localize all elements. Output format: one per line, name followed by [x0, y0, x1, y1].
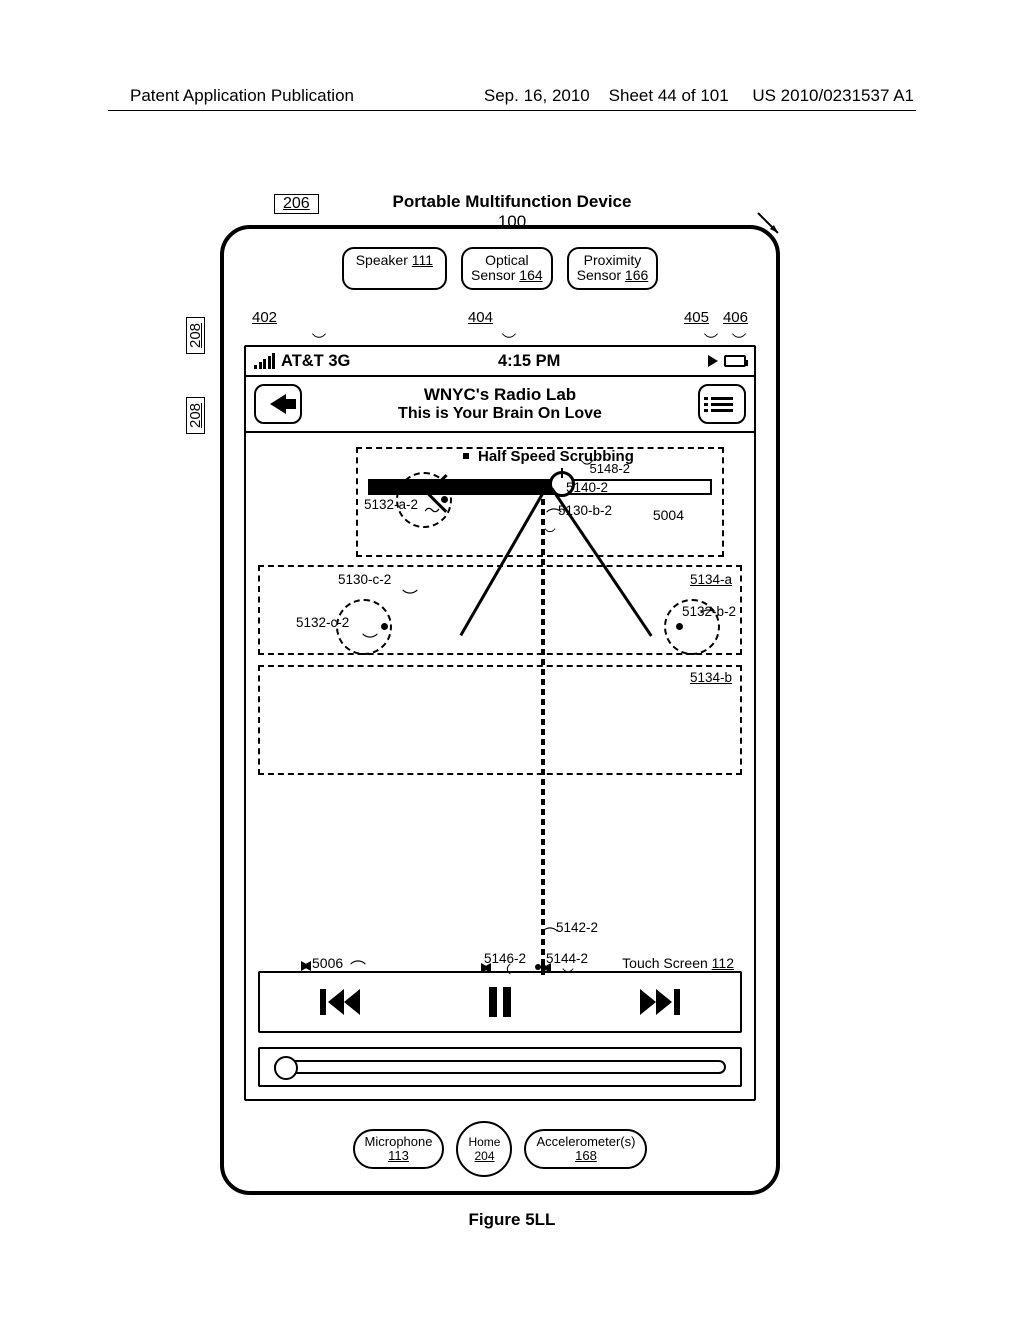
mic-text: Microphone	[365, 1135, 433, 1149]
speaker-num: 111	[412, 252, 433, 268]
ref-406: 406	[723, 309, 748, 326]
rewind-icon	[320, 989, 360, 1015]
volume-slider[interactable]	[274, 1060, 726, 1074]
header-right: Sep. 16, 2010 Sheet 44 of 101 US 2010/02…	[484, 86, 914, 106]
header-sheet: Sheet 44 of 101	[609, 86, 729, 105]
volume-row	[258, 1047, 742, 1087]
touch-screen[interactable]: AT&T 3G 4:15 PM WNYC's Radio Lab This is…	[244, 345, 756, 1101]
prox-l2: Sensor	[577, 267, 621, 283]
header-date: Sep. 16, 2010	[484, 86, 590, 105]
status-bar: AT&T 3G 4:15 PM	[246, 347, 754, 377]
pause-button[interactable]	[478, 985, 522, 1019]
accel-num: 168	[536, 1149, 635, 1163]
mic-num: 113	[365, 1149, 433, 1163]
battery-icon	[724, 355, 746, 367]
optical-l1: Optical	[485, 252, 529, 268]
vertical-motion-line	[541, 479, 545, 979]
pause-icon	[489, 987, 511, 1017]
volume-knob[interactable]	[274, 1056, 298, 1080]
ref-405: 405	[684, 309, 709, 326]
ref-5130-c-2: 5130-c-2	[338, 572, 391, 587]
optical-num: 164	[519, 267, 542, 283]
figure-caption: Figure 5LL	[0, 1210, 1024, 1230]
ref-5140-2: 5140-2	[566, 480, 608, 495]
hardware-row: Microphone 113 Home 204 Accelerometer(s)…	[224, 1121, 776, 1177]
arrow-left-icon	[270, 394, 286, 414]
ref-5006: 5006	[312, 955, 343, 971]
home-button[interactable]: Home 204	[456, 1121, 512, 1177]
touch-screen-label: Touch Screen 112	[622, 955, 734, 971]
transport-controls	[258, 971, 742, 1033]
play-indicator-icon	[708, 355, 718, 367]
home-num: 204	[474, 1150, 494, 1162]
ref-208-a: 208	[186, 317, 205, 354]
tilde-icon-2: ⌒	[546, 503, 562, 527]
now-playing-title: WNYC's Radio Lab	[308, 385, 692, 405]
ref-row-top: 402 404 405 406	[224, 309, 776, 326]
tilde-icon: 〜	[424, 497, 440, 521]
accelerometer-label: Accelerometer(s) 168	[524, 1129, 647, 1170]
microphone-label: Microphone 113	[353, 1129, 445, 1170]
ref-402: 402	[252, 309, 277, 326]
ref-5142-2: 5142-2	[556, 920, 598, 935]
list-icon	[711, 397, 733, 412]
hook-row	[224, 329, 776, 343]
ref-5132-c-2: 5132-c-2	[296, 615, 349, 630]
ref-5134-a: 5134-a	[690, 572, 732, 587]
ref-206: 206	[274, 194, 319, 214]
ref-404: 404	[468, 309, 493, 326]
proximity-sensor-label: Proximity Sensor 166	[567, 247, 659, 290]
carrier-label: AT&T 3G	[281, 352, 350, 371]
ref-5132-a-2: 5132-a-2	[364, 497, 418, 512]
device-title: Portable Multifunction Device	[0, 192, 1024, 212]
rewind-button[interactable]	[318, 985, 362, 1019]
signal-bars-icon	[254, 353, 275, 369]
ref-5134-b: 5134-b	[690, 670, 732, 685]
header-left: Patent Application Publication	[130, 86, 354, 106]
tilde-icon-5: ⌒	[700, 604, 716, 628]
scrub-tick-icon	[463, 453, 469, 459]
ts-num: 112	[712, 955, 734, 971]
content-area[interactable]: Half Speed Scrubbing 5148-2 51	[246, 437, 754, 1099]
prox-num: 166	[625, 267, 648, 283]
header-docnum: US 2010/0231537 A1	[752, 86, 914, 105]
lead-line-icon	[756, 211, 786, 241]
accel-text: Accelerometer(s)	[536, 1135, 635, 1149]
ref-5148-2: 5148-2	[590, 461, 630, 476]
clock-label: 4:15 PM	[498, 352, 560, 371]
ref-5130-b-2: 5130-b-2	[558, 503, 612, 518]
forward-icon	[640, 989, 680, 1015]
scrub-region-c	[258, 665, 742, 775]
tilde-icon-4: ⌒	[362, 619, 378, 643]
forward-button[interactable]	[638, 985, 682, 1019]
tilde-icon-3: ⌒	[402, 575, 418, 599]
optical-l2: Sensor	[471, 267, 515, 283]
tracklist-button[interactable]	[698, 384, 746, 424]
optical-sensor-label: Optical Sensor 164	[461, 247, 553, 290]
prox-l1: Proximity	[584, 252, 642, 268]
device-frame: 206 208 208 Speaker 111 Optical Sensor 1…	[220, 225, 780, 1195]
speaker-label: Speaker 111	[342, 247, 447, 290]
tilde-icon-6: ⌒	[542, 922, 558, 946]
nav-row: WNYC's Radio Lab This is Your Brain On L…	[246, 377, 754, 433]
speaker-text: Speaker	[356, 252, 408, 268]
header-rule	[108, 110, 916, 111]
now-playing-subtitle: This is Your Brain On Love	[308, 405, 692, 423]
ref-208-b: 208	[186, 397, 205, 434]
ts-text: Touch Screen	[622, 955, 708, 971]
top-sensors-row: Speaker 111 Optical Sensor 164 Proximity…	[224, 247, 776, 290]
back-button[interactable]	[254, 384, 302, 424]
home-text: Home	[468, 1136, 500, 1148]
